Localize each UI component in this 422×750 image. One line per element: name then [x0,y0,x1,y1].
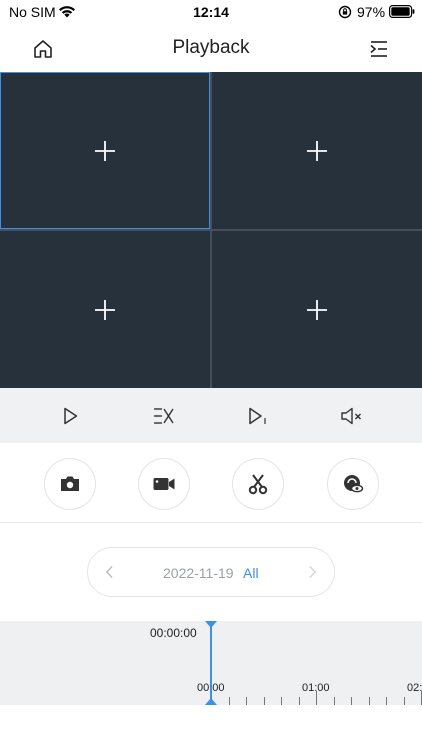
date-label[interactable]: 2022-11-19 [163,565,234,581]
timeline-label-2: 02: [407,682,422,694]
timeline-minor-tick [281,697,282,705]
timeline-minor-tick [246,697,247,705]
video-grid [0,72,422,388]
speed-button[interactable] [150,402,178,430]
video-cell-3[interactable] [0,231,210,388]
nav-bar: Playback [0,26,422,72]
mute-icon [341,407,361,425]
status-bar: No SIM 12:14 97% [0,0,422,26]
action-bar [0,443,422,523]
speed-icon [154,408,174,424]
timeline-label-1: 01:00 [302,682,330,694]
playback-controls [0,388,422,443]
step-frame-button[interactable] [244,402,272,430]
next-date-button[interactable] [300,560,324,584]
page-title: Playback [172,37,250,58]
timeline[interactable]: 00:00:00 00:00 01:00 02: [0,621,422,705]
plus-icon [95,299,115,320]
chevron-left-icon [106,566,113,578]
play-button[interactable] [56,402,84,430]
prev-date-button[interactable] [98,560,122,584]
current-time-label: 00:00:00 [150,626,197,640]
menu-button[interactable] [366,36,392,62]
chevron-right-icon [309,566,316,578]
video-cell-4[interactable] [212,231,422,388]
orientation-lock-icon [338,5,352,19]
timeline-minor-tick [298,697,300,705]
timeline-cursor-bottom [205,698,217,705]
privacy-button[interactable] [327,458,379,510]
menu-indent-icon [370,41,387,57]
timeline-minor-tick [403,697,405,705]
mute-button[interactable] [338,402,366,430]
clip-button[interactable] [232,458,284,510]
step-frame-icon [249,407,266,425]
timeline-minor-tick [386,697,387,705]
record-button[interactable] [138,458,190,510]
date-selector: 2022-11-19 All [87,547,335,597]
timeline-minor-tick [263,697,265,705]
video-cell-1[interactable] [0,72,210,229]
timeline-cursor[interactable] [210,621,212,705]
scissors-icon [248,474,268,495]
snapshot-button[interactable] [44,458,96,510]
timeline-minor-tick [333,697,335,705]
privacy-eye-icon [344,475,364,493]
timeline-minor-tick [228,697,230,705]
plus-icon [95,140,115,161]
timeline-cursor-top [205,621,217,628]
video-record-icon [153,478,175,490]
camera-icon [61,476,79,491]
play-icon [64,407,78,425]
record-filter[interactable]: All [243,565,259,581]
video-cell-2[interactable] [212,72,422,229]
plus-icon [307,299,327,320]
timeline-minor-tick [368,697,370,705]
battery-percent: 97% [357,4,386,20]
battery-icon [389,5,415,18]
timeline-minor-tick [351,697,352,705]
plus-icon [307,140,327,161]
